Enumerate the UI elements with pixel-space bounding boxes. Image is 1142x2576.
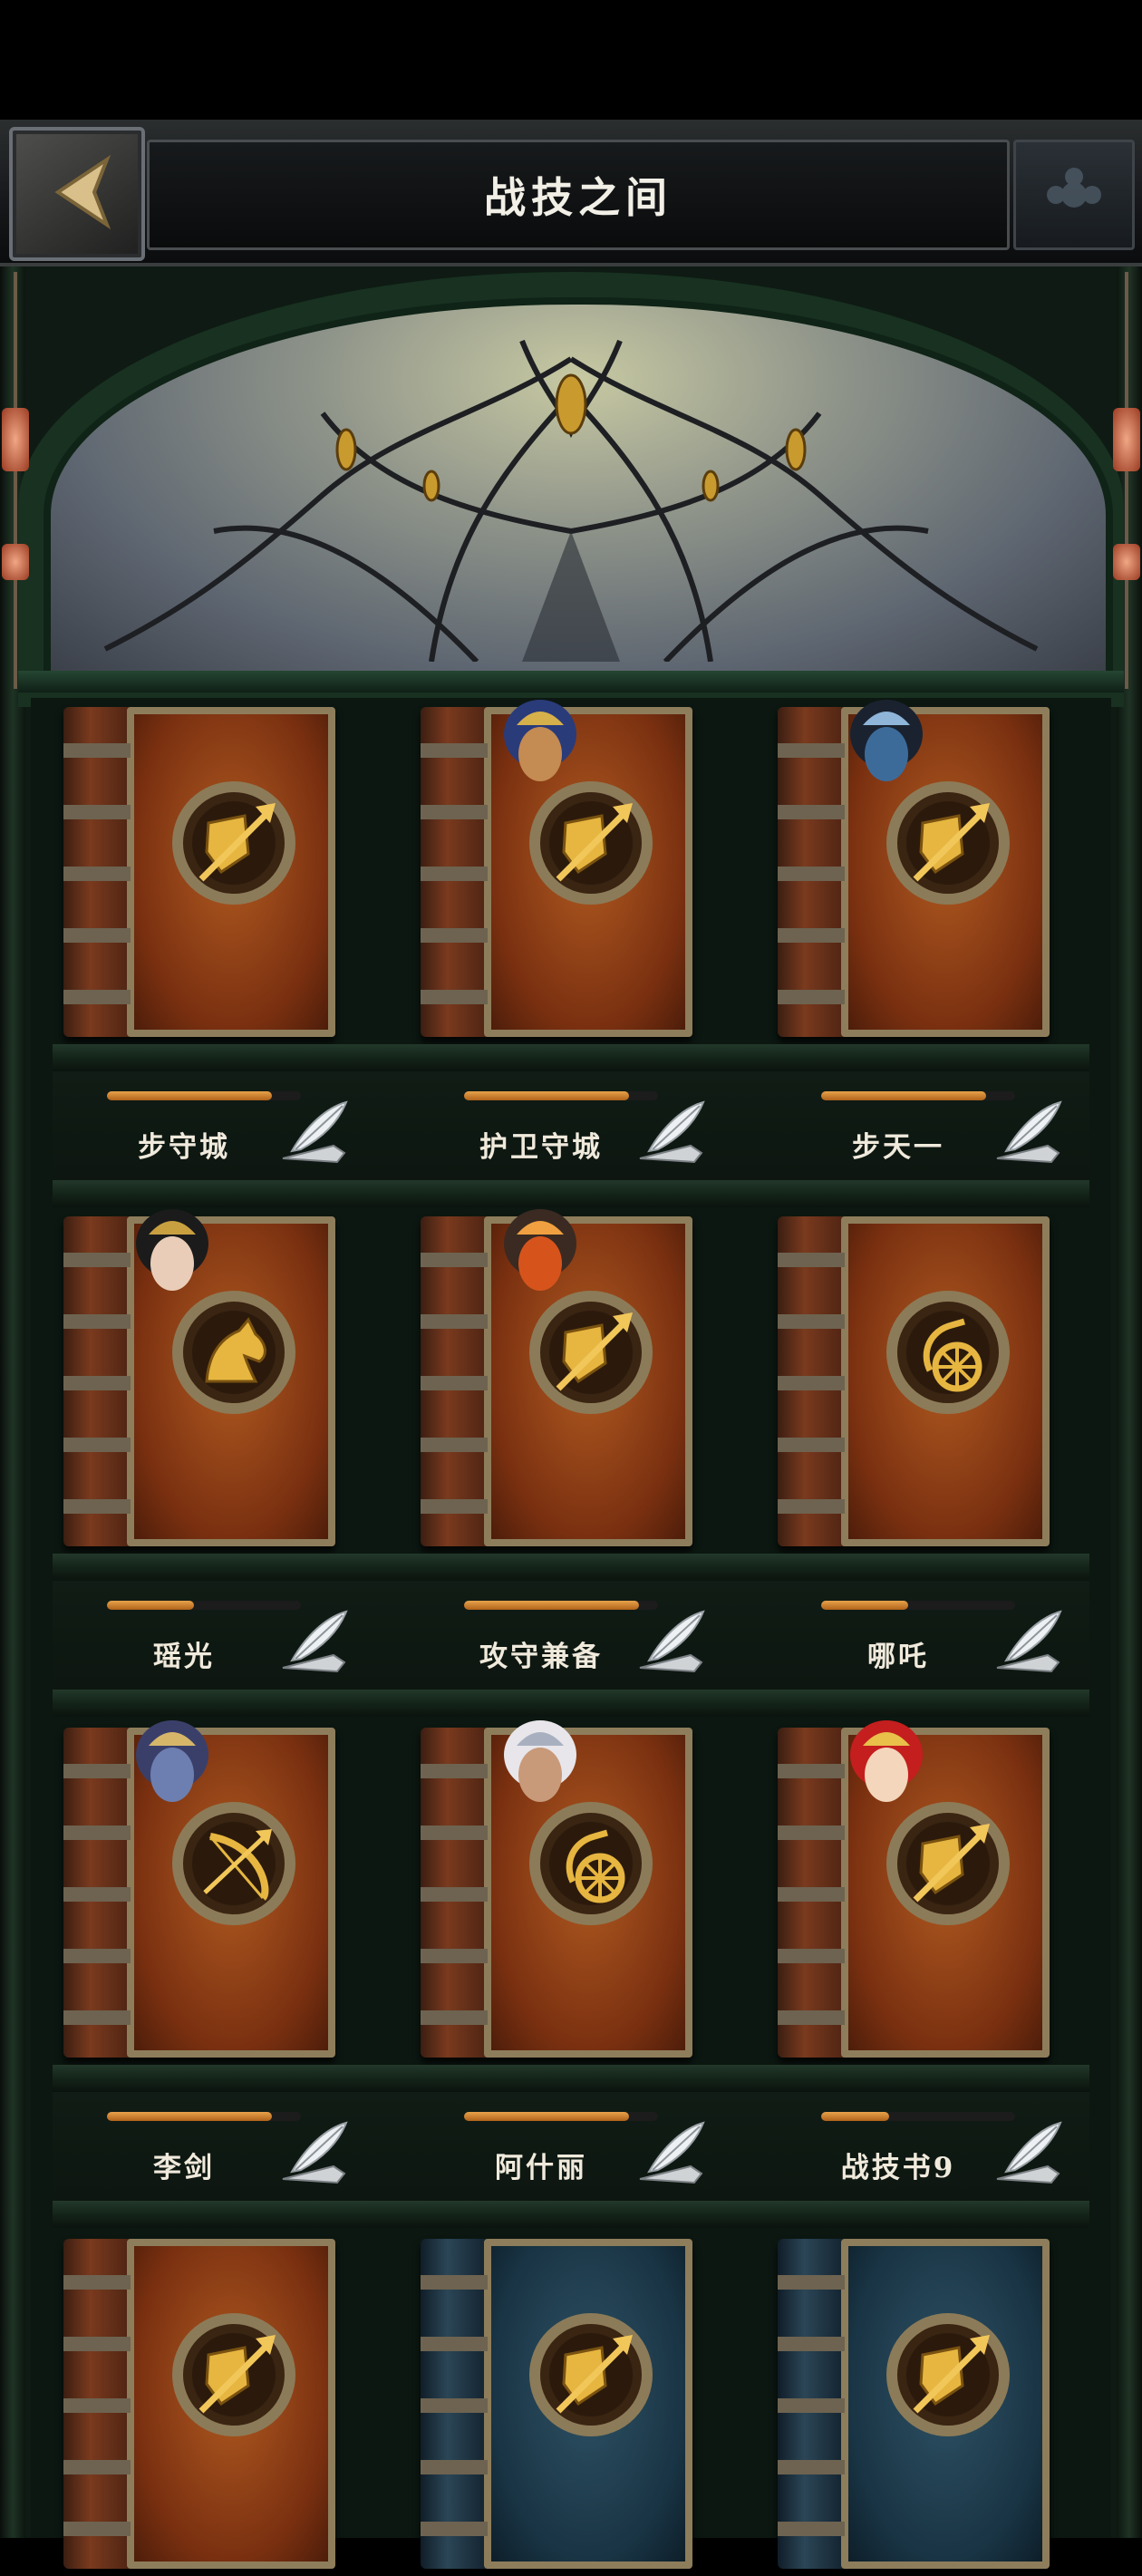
shelf-plank xyxy=(53,1180,1089,1207)
progress-bar xyxy=(821,2112,1015,2121)
book-label: 护卫守城 xyxy=(410,1071,705,1180)
book-label: 李剑 xyxy=(53,2092,348,2201)
quill-icon[interactable] xyxy=(993,1099,1064,1167)
left-arrow-icon xyxy=(54,154,111,230)
spear-shield-emblem xyxy=(518,2302,663,2447)
progress-bar xyxy=(107,1601,301,1610)
quill-icon[interactable] xyxy=(993,2119,1064,2188)
progress-bar xyxy=(107,2112,301,2121)
progress-fill xyxy=(464,1091,629,1100)
progress-fill xyxy=(821,2112,889,2121)
book-name: 步天一 xyxy=(852,1131,944,1164)
stained-glass-window xyxy=(44,297,1113,683)
book-slot[interactable] xyxy=(53,1207,343,1554)
book-name: 哪吒 xyxy=(867,1641,929,1673)
header-bar: 战技之间 xyxy=(0,120,1142,266)
skill-book[interactable] xyxy=(63,707,335,1037)
left-lantern xyxy=(0,272,31,689)
book-name-row: 李剑 阿什丽 战技书9 xyxy=(53,2092,1089,2201)
progress-fill xyxy=(464,1601,639,1610)
page-title: 战技之间 xyxy=(484,173,673,222)
progress-fill xyxy=(821,1091,986,1100)
progress-fill xyxy=(821,1601,909,1610)
quill-icon[interactable] xyxy=(636,1099,707,1167)
pharaoh-hero-avatar xyxy=(497,698,584,798)
progress-bar xyxy=(464,2112,658,2121)
progress-bar xyxy=(821,1091,1015,1100)
book-slot[interactable] xyxy=(767,1719,1057,2065)
book-name-row: 瑶光 攻守兼备 哪吒 xyxy=(53,1581,1089,1690)
progress-bar xyxy=(821,1601,1015,1610)
back-button[interactable] xyxy=(9,127,145,261)
book-slot[interactable] xyxy=(767,698,1057,1044)
progress-bar xyxy=(464,1091,658,1100)
book-slot[interactable] xyxy=(410,698,700,1044)
quill-icon[interactable] xyxy=(279,2119,350,2188)
book-slot[interactable] xyxy=(767,2230,1057,2576)
shelf-plank xyxy=(53,1690,1089,1717)
book-name: 战技书9 xyxy=(840,2152,956,2184)
book-name: 李剑 xyxy=(153,2152,215,2184)
book-label: 攻守兼备 xyxy=(410,1581,705,1690)
quill-icon[interactable] xyxy=(993,1608,1064,1677)
book-label: 战技书9 xyxy=(767,2092,1062,2201)
shelf-plank xyxy=(53,1554,1089,1581)
skill-book[interactable] xyxy=(421,2239,692,2569)
book-label: 步天一 xyxy=(767,1071,1062,1180)
progress-fill xyxy=(107,1091,272,1100)
white-hair-warrior-avatar xyxy=(497,1719,584,1818)
quill-icon[interactable] xyxy=(279,1099,350,1167)
book-name-row: 步守城 护卫守城 步天一 xyxy=(53,1071,1089,1180)
progress-fill xyxy=(107,2112,272,2121)
progress-bar xyxy=(464,1601,658,1610)
book-label: 瑶光 xyxy=(53,1581,348,1690)
book-slot[interactable] xyxy=(410,1719,700,2065)
santa-hat-heroine-avatar xyxy=(843,1719,930,1818)
ornament-icon xyxy=(1047,168,1101,208)
book-slot[interactable] xyxy=(410,1207,700,1554)
empress-hero-avatar xyxy=(129,1207,216,1307)
skill-book[interactable] xyxy=(778,1216,1050,1546)
armored-knight-avatar xyxy=(843,698,930,798)
book-label: 阿什丽 xyxy=(410,2092,705,2201)
shelf-plank xyxy=(53,1044,1089,1071)
book-name: 攻守兼备 xyxy=(479,1641,603,1673)
book-name: 瑶光 xyxy=(153,1641,215,1673)
quill-icon[interactable] xyxy=(636,1608,707,1677)
shelf-plank xyxy=(53,2065,1089,2092)
spear-shield-emblem xyxy=(161,770,306,915)
book-label: 步守城 xyxy=(53,1071,348,1180)
shelf-plank xyxy=(53,2201,1089,2228)
settings-button[interactable] xyxy=(1013,140,1135,250)
book-slot[interactable] xyxy=(767,1207,1057,1554)
skill-book[interactable] xyxy=(63,2239,335,2569)
spear-shield-emblem xyxy=(876,2302,1021,2447)
progress-fill xyxy=(464,2112,629,2121)
spear-shield-emblem xyxy=(161,2302,306,2447)
book-name: 阿什丽 xyxy=(495,2152,587,2184)
book-slot[interactable] xyxy=(53,1719,343,2065)
progress-fill xyxy=(107,1601,195,1610)
status-bar xyxy=(0,0,1142,120)
book-slot[interactable] xyxy=(53,698,343,1044)
flame-book-avatar xyxy=(497,1207,584,1307)
title-bar: 战技之间 xyxy=(147,140,1010,250)
book-slot[interactable] xyxy=(410,2230,700,2576)
skill-book[interactable] xyxy=(778,2239,1050,2569)
quill-icon[interactable] xyxy=(636,2119,707,2188)
chariot-emblem xyxy=(876,1280,1021,1425)
quill-icon[interactable] xyxy=(279,1608,350,1677)
book-slot[interactable] xyxy=(53,2230,343,2576)
arch-sill xyxy=(18,671,1124,692)
book-label: 哪吒 xyxy=(767,1581,1062,1690)
progress-bar xyxy=(107,1091,301,1100)
dark-elf-avatar xyxy=(129,1719,216,1818)
book-name: 护卫守城 xyxy=(479,1131,603,1164)
right-lantern xyxy=(1111,272,1142,689)
book-name: 步守城 xyxy=(138,1131,230,1164)
